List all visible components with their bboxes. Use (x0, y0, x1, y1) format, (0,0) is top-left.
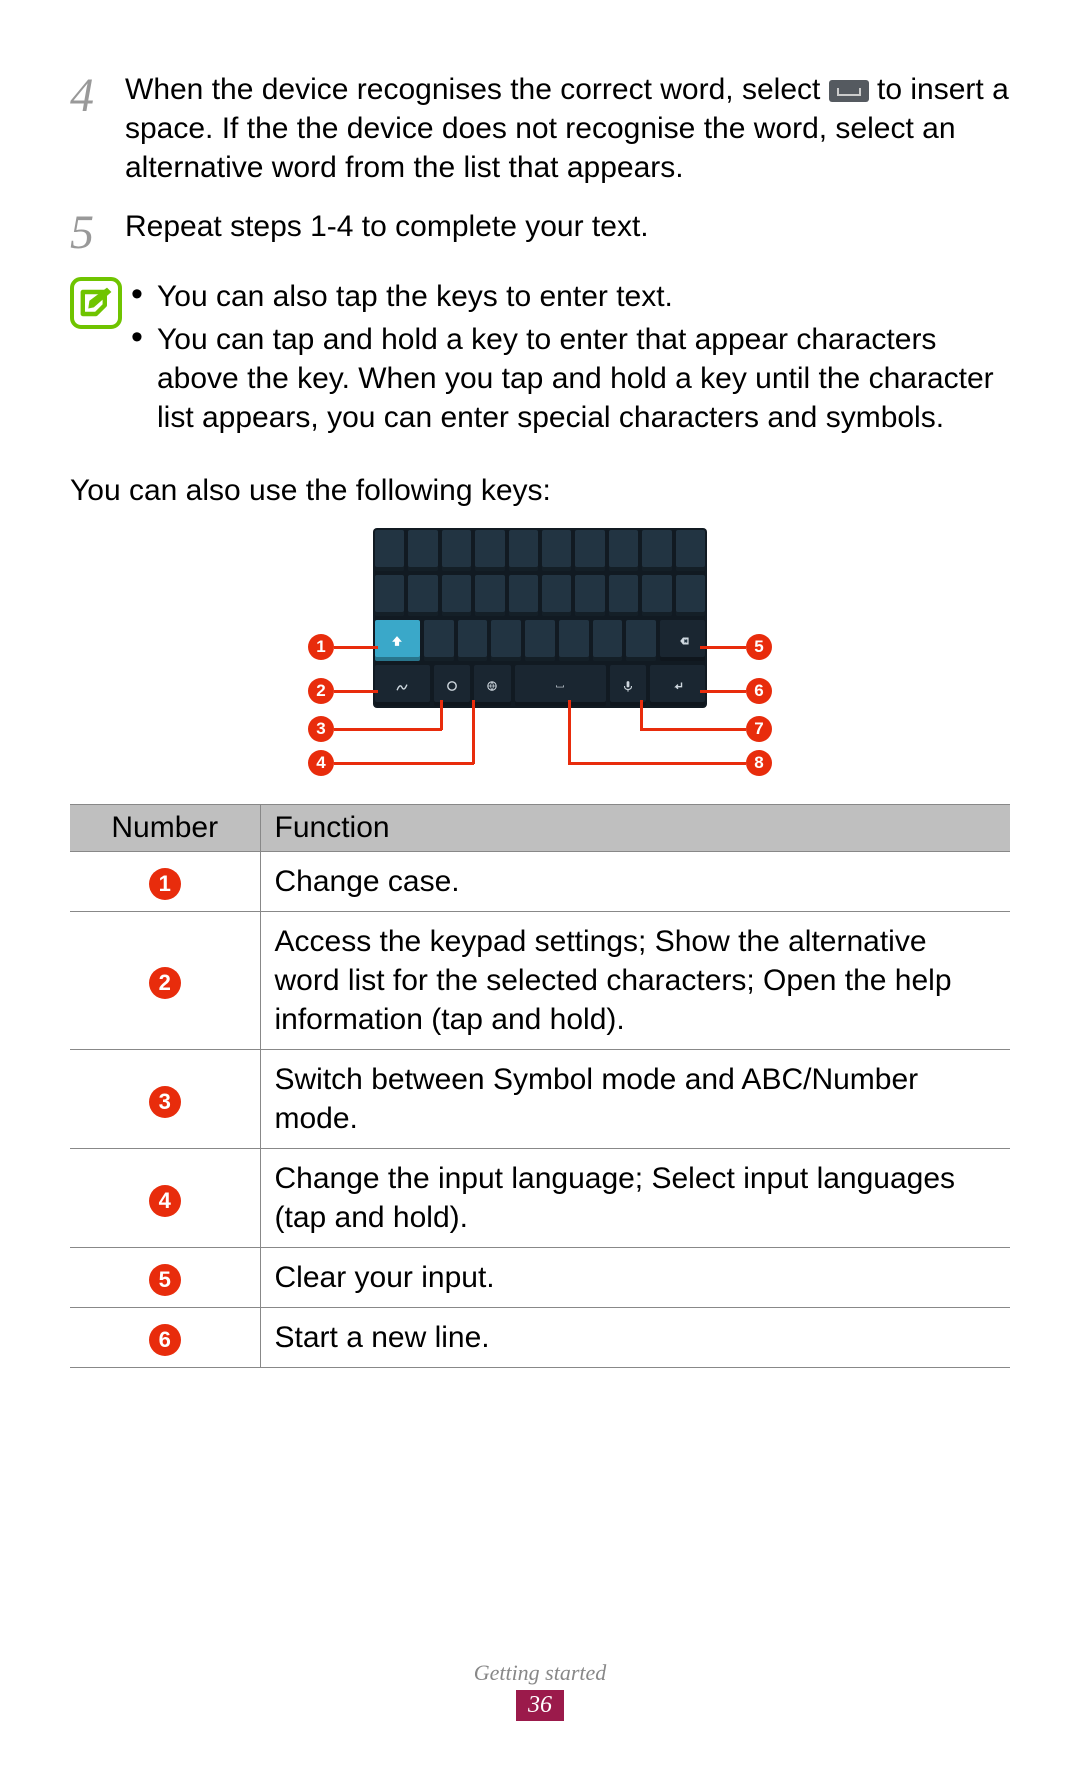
table-row: 2 Access the keypad settings; Show the al… (70, 912, 1010, 1050)
row-func: Start a new line. (260, 1308, 1010, 1368)
row-num: 3 (149, 1086, 181, 1118)
page-content: 4 When the device recognises the correct… (0, 0, 1080, 1368)
table-row: 1 Change case. (70, 852, 1010, 912)
callout-5: 5 (746, 634, 772, 660)
note-block: You can also tap the keys to enter text.… (70, 277, 1010, 441)
step-4-body: When the device recognises the correct w… (125, 70, 1010, 187)
callout-3-lead-v (440, 700, 443, 730)
callout-1-lead (334, 646, 378, 649)
step-5: 5 Repeat steps 1-4 to complete your text… (70, 207, 1010, 257)
keyboard-image (373, 528, 707, 708)
row-func: Switch between Symbol mode and ABC/Numbe… (260, 1050, 1010, 1149)
row-num: 2 (149, 967, 181, 999)
callout-7: 7 (746, 716, 772, 742)
note-body: You can also tap the keys to enter text.… (125, 277, 1010, 441)
language-key-icon (474, 665, 510, 706)
spacebar-key (515, 665, 606, 706)
callout-2: 2 (308, 678, 334, 704)
row-func: Clear your input. (260, 1248, 1010, 1308)
row-num: 6 (149, 1324, 181, 1356)
note-icon (70, 277, 122, 329)
callout-8-lead-v (568, 700, 571, 764)
callout-7-lead-v (640, 700, 643, 730)
row-num: 1 (149, 868, 181, 900)
function-table: Number Function 1 Change case. 2 Access th… (70, 804, 1010, 1368)
settings-key-icon (375, 665, 430, 706)
step-number: 4 (70, 70, 125, 187)
step-4: 4 When the device recognises the correct… (70, 70, 1010, 187)
note-bullet-2: You can tap and hold a key to enter that… (131, 320, 1010, 437)
step-4-text-a: When the device recognises the correct w… (125, 73, 829, 106)
callout-3: 3 (308, 716, 334, 742)
footer-section: Getting started (0, 1660, 1080, 1686)
callout-6: 6 (746, 678, 772, 704)
row-func: Access the keypad settings; Show the alt… (260, 912, 1010, 1050)
note-icon-wrap (70, 277, 125, 441)
callout-8-lead-h (568, 762, 746, 765)
table-row: 3 Switch between Symbol mode and ABC/Numb… (70, 1050, 1010, 1149)
row-func: Change case. (260, 852, 1010, 912)
callout-1: 1 (308, 634, 334, 660)
callout-6-lead (700, 690, 746, 693)
enter-key-icon (650, 665, 705, 706)
shift-key-icon (375, 620, 420, 661)
row-num: 4 (149, 1185, 181, 1217)
table-row: 4 Change the input language; Select input… (70, 1149, 1010, 1248)
keyboard-figure: 1 2 3 4 5 6 7 8 (70, 528, 1010, 784)
callout-4: 4 (308, 750, 334, 776)
callout-5-lead (700, 646, 746, 649)
step-number: 5 (70, 207, 125, 257)
callout-2-lead (334, 690, 378, 693)
footer-page-number: 36 (516, 1690, 564, 1721)
table-row: 5 Clear your input. (70, 1248, 1010, 1308)
callout-7-lead-h (640, 728, 746, 731)
note-bullet-1: You can also tap the keys to enter text. (131, 277, 1010, 316)
page-footer: Getting started 36 (0, 1660, 1080, 1721)
th-function: Function (260, 805, 1010, 852)
keys-intro: You can also use the following keys: (70, 471, 1010, 510)
callout-4-lead-v (472, 700, 475, 764)
callout-4-lead-h (334, 762, 474, 765)
row-func: Change the input language; Select input … (260, 1149, 1010, 1248)
callout-8: 8 (746, 750, 772, 776)
spacebar-key-icon (829, 80, 869, 102)
callout-3-lead-h (334, 728, 442, 731)
backspace-key-icon (660, 620, 705, 661)
row-num: 5 (149, 1264, 181, 1296)
step-5-body: Repeat steps 1-4 to complete your text. (125, 207, 1010, 257)
th-number: Number (70, 805, 260, 852)
table-row: 6 Start a new line. (70, 1308, 1010, 1368)
